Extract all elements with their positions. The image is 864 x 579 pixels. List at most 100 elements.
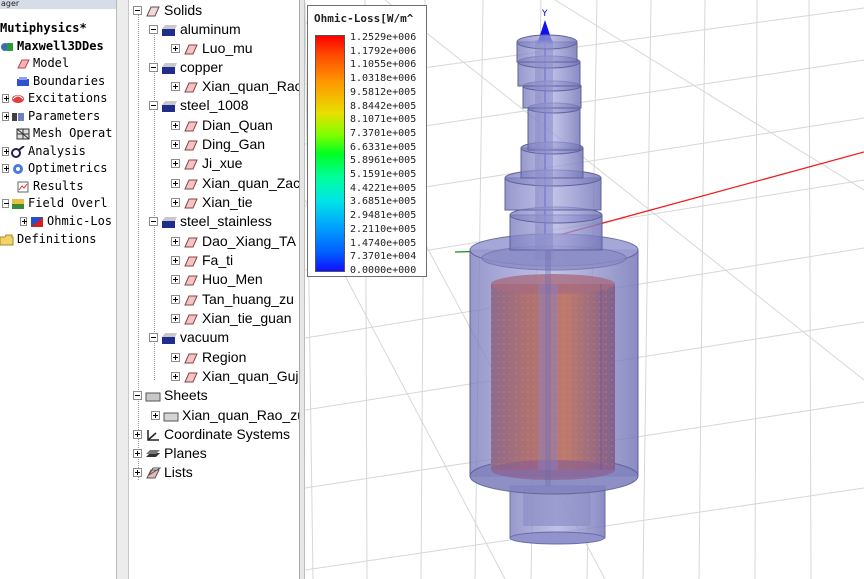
pm-item-model[interactable]: Model [16, 55, 69, 72]
pm-item-boundaries[interactable]: Boundaries [16, 73, 105, 90]
collapse-toggle[interactable] [149, 217, 158, 226]
coordinate-system-icon [145, 428, 161, 441]
legend-value: 1.0318e+006 [350, 73, 417, 85]
expand-toggle[interactable] [20, 217, 27, 226]
expand-toggle[interactable] [171, 140, 180, 149]
project-manager-header: ager [0, 0, 116, 9]
tree-node-coordinate-systems[interactable]: Coordinate Systems [133, 425, 290, 444]
legend-value: 0.0000e+000 [350, 264, 417, 276]
tree-node-xian-tie[interactable]: Xian_tie [171, 193, 253, 212]
tree-node-ding-gan[interactable]: Ding_Gan [171, 135, 265, 154]
pm-item-field-overlays[interactable]: Field Overl [2, 195, 107, 212]
legend-value: 2.2110e+005 [350, 223, 417, 235]
expand-toggle[interactable] [171, 121, 180, 130]
tree-node-region[interactable]: Region [171, 348, 246, 367]
expand-toggle[interactable] [2, 147, 9, 156]
material-icon [161, 61, 177, 74]
solid-object-icon [183, 293, 199, 306]
tree-node-luo-mu[interactable]: Luo_mu [171, 39, 253, 58]
pm-item-results[interactable]: Results [16, 178, 84, 195]
tree-node-steel-1008[interactable]: steel_1008 [149, 96, 249, 115]
tree-node-xian-quan-rao-zu[interactable]: Xian_quan_Rao_zu [151, 406, 299, 425]
expand-toggle[interactable] [151, 411, 160, 420]
pm-item-parameters[interactable]: Parameters [2, 108, 100, 125]
expand-toggle[interactable] [133, 430, 142, 439]
expand-toggle[interactable] [171, 82, 180, 91]
material-icon [161, 23, 177, 36]
collapse-toggle[interactable] [133, 6, 142, 15]
expand-toggle[interactable] [171, 44, 180, 53]
pm-item-mesh-operations[interactable]: Mesh Operat [16, 125, 112, 142]
collapse-toggle[interactable] [149, 101, 158, 110]
collapse-toggle[interactable] [2, 199, 9, 208]
expand-toggle[interactable] [171, 256, 180, 265]
tree-node-xian-quan-zac[interactable]: Xian_quan_Zac [171, 174, 299, 193]
tree-node-xian-quan-rao[interactable]: Xian_quan_Rao [171, 77, 299, 96]
expand-toggle[interactable] [171, 353, 180, 362]
project-node[interactable]: Mutiphysics* [0, 20, 87, 37]
solid-object-icon [183, 80, 199, 93]
pane-splitter[interactable] [116, 0, 129, 579]
tree-node-vacuum[interactable]: vacuum [149, 328, 229, 347]
solid-object-icon [183, 42, 199, 55]
pm-item-excitations[interactable]: Excitations [2, 90, 107, 107]
design-node[interactable]: Maxwell3DDes [0, 38, 104, 55]
tree-node-aluminum[interactable]: aluminum [149, 20, 241, 39]
tree-node-lists[interactable]: Lists [133, 463, 193, 482]
expand-toggle[interactable] [171, 275, 180, 284]
collapse-toggle[interactable] [149, 333, 158, 342]
excitations-icon [11, 93, 25, 105]
tree-node-copper[interactable]: copper [149, 58, 223, 77]
mesh-icon [16, 128, 30, 140]
tree-node-fa-ti[interactable]: Fa_ti [171, 251, 233, 270]
tree-node-dian-quan[interactable]: Dian_Quan [171, 116, 273, 135]
y-axis-label: Y [541, 9, 548, 19]
pm-item-optimetrics[interactable]: Optimetrics [2, 160, 107, 177]
tree-node-huo-men[interactable]: Huo_Men [171, 270, 263, 289]
folder-icon [0, 234, 14, 246]
tree-node-sheets[interactable]: Sheets [133, 386, 208, 405]
legend-value: 1.1055e+006 [350, 59, 417, 71]
collapse-toggle[interactable] [149, 63, 158, 72]
pm-item-analysis[interactable]: Analysis [2, 143, 86, 160]
expand-toggle[interactable] [171, 314, 180, 323]
legend-value: 5.8961e+005 [350, 155, 417, 167]
sheet-object-icon [163, 409, 179, 422]
legend-value: 9.5812e+005 [350, 86, 417, 98]
solid-object-icon [183, 157, 199, 170]
tree-node-ji-xue[interactable]: Ji_xue [171, 154, 242, 173]
expand-toggle[interactable] [2, 112, 9, 121]
solid-object-icon [183, 370, 199, 383]
legend-value: 6.6331e+005 [350, 141, 417, 153]
tree-node-xian-tie-guan[interactable]: Xian_tie_guan [171, 309, 292, 328]
pm-item-ohmic-loss-plot[interactable]: Ohmic-Los [20, 213, 112, 230]
project-manager-pane: ager Mutiphysics* Maxwell3DDes Model Bou… [0, 0, 116, 579]
expand-toggle[interactable] [171, 198, 180, 207]
solid-object-icon [183, 177, 199, 190]
expand-toggle[interactable] [171, 179, 180, 188]
legend-value: 4.4221e+005 [350, 182, 417, 194]
expand-toggle[interactable] [133, 468, 142, 477]
expand-toggle[interactable] [171, 372, 180, 381]
pm-item-definitions[interactable]: Definitions [0, 231, 96, 248]
collapse-toggle[interactable] [133, 391, 142, 400]
expand-toggle[interactable] [171, 159, 180, 168]
legend-value: 3.6851e+005 [350, 196, 417, 208]
expand-toggle[interactable] [171, 295, 180, 304]
material-icon [161, 99, 177, 112]
solid-object-icon [183, 196, 199, 209]
tree-node-dao-xiang[interactable]: Dao_Xiang_TA [171, 232, 296, 251]
tree-node-xian-quan-guj[interactable]: Xian_quan_Guj [171, 367, 299, 386]
ohmic-loss-legend[interactable]: Ohmic-Loss[W/m^ 1.2529e+006 1.1792e+006 … [307, 5, 427, 277]
tree-node-tan-huang[interactable]: Tan_huang_zu [171, 290, 294, 309]
tree-node-steel-stainless[interactable]: steel_stainless [149, 212, 272, 231]
solid-object-icon [183, 312, 199, 325]
expand-toggle[interactable] [171, 237, 180, 246]
expand-toggle[interactable] [2, 94, 9, 103]
tree-node-solids[interactable]: Solids [133, 1, 202, 20]
expand-toggle[interactable] [2, 164, 9, 173]
legend-value: 1.2529e+006 [350, 32, 417, 43]
expand-toggle[interactable] [133, 449, 142, 458]
tree-node-planes[interactable]: Planes [133, 444, 207, 463]
collapse-toggle[interactable] [149, 25, 158, 34]
